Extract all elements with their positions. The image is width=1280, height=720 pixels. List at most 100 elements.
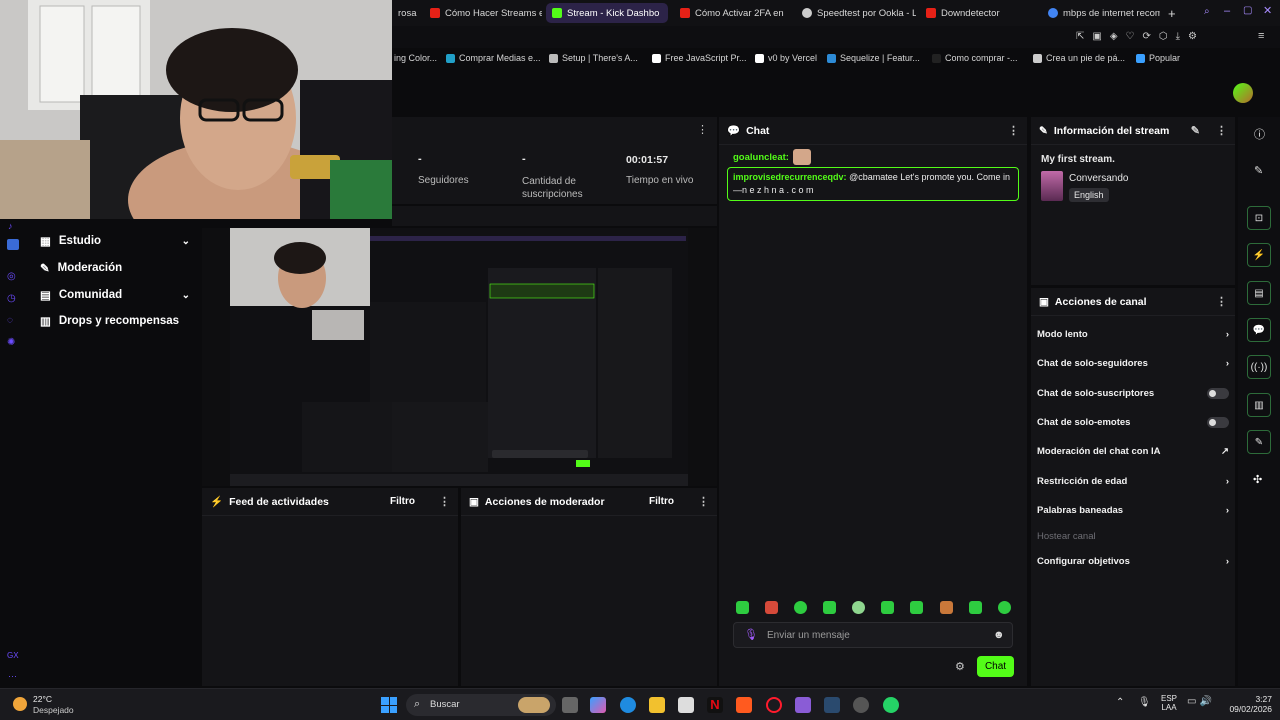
windows-start-icon[interactable] — [381, 697, 397, 713]
search-icon[interactable]: ⌕ — [1204, 6, 1210, 17]
emote-3[interactable] — [794, 601, 807, 614]
mic-icon[interactable]: 🎙 — [744, 628, 758, 641]
maximize-icon[interactable]: ▢ — [1243, 5, 1252, 16]
emote-6[interactable] — [881, 601, 894, 614]
more-options-icon[interactable]: ⋮ — [1008, 124, 1019, 137]
emote-2[interactable] — [765, 601, 778, 614]
info-icon[interactable]: ⓘ — [1254, 126, 1265, 142]
emote-4[interactable] — [823, 601, 836, 614]
profile-avatar[interactable] — [1233, 83, 1253, 103]
bookmark-1[interactable]: ing Color... — [394, 53, 437, 63]
obs-icon[interactable] — [853, 697, 869, 713]
store-icon[interactable] — [678, 697, 694, 713]
emotes-only-toggle[interactable] — [1207, 417, 1229, 428]
system-tray-icons[interactable]: ▭🔊 — [1187, 696, 1215, 707]
circle-icon[interactable]: ◎ — [7, 271, 16, 282]
more-options-icon[interactable]: ⋮ — [439, 495, 450, 508]
more-options-icon[interactable]: ⋮ — [697, 123, 708, 136]
edit-icon[interactable]: ✎ — [1191, 124, 1200, 137]
bookmark-5[interactable]: v0 by Vercel — [755, 53, 817, 63]
pencil-icon[interactable]: ✎ — [1254, 164, 1263, 177]
rail-button-7[interactable]: ✎ — [1247, 430, 1271, 454]
mod-filter-button[interactable]: Filtro — [649, 496, 674, 507]
clock[interactable]: 3:27 09/02/2026 — [1220, 694, 1272, 714]
mic-icon[interactable]: 🎙 — [1138, 697, 1151, 708]
menu-icon[interactable]: ≡ — [1258, 30, 1264, 42]
tab-3-active[interactable]: Stream - Kick Dashbo — [546, 3, 668, 23]
chat-username[interactable]: improvisedrecurrenceqdv: — [733, 172, 847, 182]
bookmark-8[interactable]: Crea un pie de pá... — [1033, 53, 1125, 63]
visual-studio-icon[interactable] — [795, 697, 811, 713]
chat-icon[interactable]: ◌ — [7, 315, 13, 326]
stream-info-header: ✎ Información del stream ✎ ⋮ — [1031, 117, 1235, 145]
gear-icon[interactable]: ⚙ — [955, 660, 965, 673]
gx-icon[interactable]: GX — [7, 651, 19, 660]
action-followers-only[interactable]: Chat de solo-seguidores › — [1037, 358, 1229, 369]
emote-8[interactable] — [940, 601, 953, 614]
new-tab-button[interactable]: + — [1162, 3, 1180, 23]
rail-button-2[interactable]: ⚡ — [1247, 243, 1271, 267]
tab-6[interactable]: Downdetector — [920, 3, 1040, 23]
emote-5[interactable] — [852, 601, 865, 614]
emote-1[interactable] — [736, 601, 749, 614]
whatsapp-icon[interactable] — [883, 697, 899, 713]
action-slow-mode[interactable]: Modo lento › — [1037, 329, 1229, 340]
rail-button-5[interactable]: ((·)) — [1247, 355, 1271, 379]
more-options-icon[interactable]: ⋮ — [1216, 295, 1227, 308]
rail-button-3[interactable]: ▤ — [1247, 281, 1271, 305]
more-options-icon[interactable]: ⋮ — [1216, 124, 1227, 137]
bookmark-6[interactable]: Sequelize | Featur... — [827, 53, 920, 63]
chevron-up-icon[interactable]: ⌃ — [1116, 697, 1124, 708]
clock-icon[interactable]: ◷ — [7, 293, 16, 304]
tab-1[interactable]: rosa — [392, 3, 422, 23]
bookmark-3[interactable]: Setup | There's A... — [549, 53, 638, 63]
opera-gx-icon[interactable] — [766, 697, 782, 713]
chat-input[interactable]: 🎙 Enviar un mensaje ☻ — [733, 622, 1013, 648]
rail-button-6[interactable]: ▥ — [1247, 393, 1271, 417]
rail-button-1[interactable]: ⊡ — [1247, 206, 1271, 230]
bookmark-4[interactable]: Free JavaScript Pr... — [652, 53, 747, 63]
bookmark-7[interactable]: Como comprar -... — [932, 53, 1018, 63]
app-orange-icon[interactable] — [736, 697, 752, 713]
taskbar-search[interactable]: ⌕ Buscar — [406, 694, 556, 716]
tab-7[interactable]: mbps de internet recome — [1042, 3, 1160, 23]
emote-9[interactable] — [969, 601, 982, 614]
tab-4[interactable]: Cómo Activar 2FA en — [674, 3, 792, 23]
rail-button-4[interactable]: 💬 — [1247, 318, 1271, 342]
bookmark-2[interactable]: Comprar Medias e... — [446, 53, 541, 63]
task-view-icon[interactable] — [562, 697, 578, 713]
send-chat-button[interactable]: Chat — [977, 656, 1014, 677]
settings-icon[interactable]: ✺ — [7, 337, 15, 348]
action-goals[interactable]: Configurar objetivos › — [1037, 556, 1229, 567]
edge-icon[interactable] — [620, 697, 636, 713]
puzzle-icon[interactable]: ✣ — [1253, 473, 1262, 486]
emoji-icon[interactable]: ☻ — [993, 629, 1005, 641]
toolbar-icons[interactable]: ⇱▣◈♡⟳⬡⤓⚙ — [1076, 31, 1205, 42]
emote-7[interactable] — [910, 601, 923, 614]
file-explorer-icon[interactable] — [649, 697, 665, 713]
action-age-restriction[interactable]: Restricción de edad › — [1037, 476, 1229, 487]
chat-username[interactable]: goaluncleat: — [733, 152, 789, 163]
tiktok-icon[interactable]: ♪ — [8, 221, 13, 231]
sidebar-item-comunidad[interactable]: ▤ Comunidad ⌄ — [40, 288, 190, 302]
subs-only-toggle[interactable] — [1207, 388, 1229, 399]
action-banned-words[interactable]: Palabras baneadas › — [1037, 505, 1229, 516]
more-icon[interactable]: ··· — [8, 671, 17, 681]
netflix-icon[interactable]: N — [707, 697, 723, 713]
minimize-icon[interactable]: – — [1224, 5, 1230, 17]
activity-filter-button[interactable]: Filtro — [390, 496, 415, 507]
emote-10[interactable] — [998, 601, 1011, 614]
bookmark-9[interactable]: Popular — [1136, 53, 1180, 63]
sidebar-item-moderacion[interactable]: ✎ Moderación — [40, 261, 190, 275]
steam-icon[interactable] — [824, 697, 840, 713]
sidebar-item-drops[interactable]: ▥ Drops y recompensas — [40, 314, 210, 328]
tab-2[interactable]: Cómo Hacer Streams en — [424, 3, 542, 23]
copilot-icon[interactable] — [590, 697, 606, 713]
tab-5[interactable]: Speedtest por Ookla - La — [796, 3, 916, 23]
close-icon[interactable]: ✕ — [1263, 4, 1272, 17]
app-icon[interactable] — [7, 239, 19, 250]
more-options-icon[interactable]: ⋮ — [698, 495, 709, 508]
action-ai-moderation[interactable]: Moderación del chat con IA ↗ — [1037, 446, 1229, 457]
sidebar-item-estudio[interactable]: ▦ Estudio ⌄ — [40, 234, 190, 248]
language-indicator[interactable]: ESP LAA — [1161, 694, 1177, 712]
